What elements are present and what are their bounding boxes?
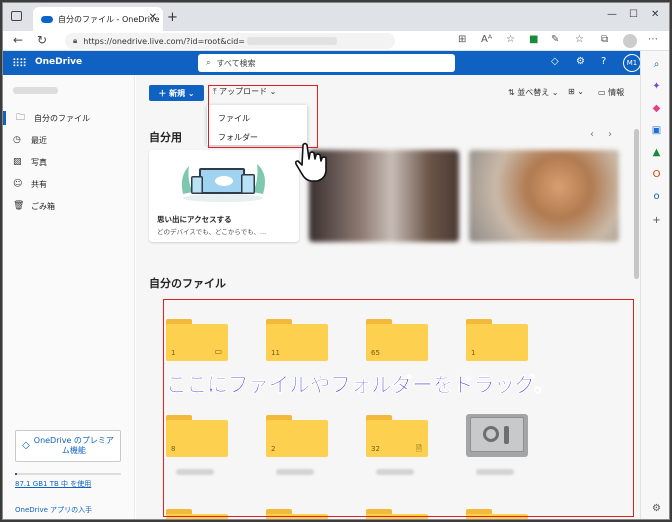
- for-you-heading: 自分用: [149, 131, 182, 144]
- sort-label: 並べ替え: [517, 88, 550, 97]
- url-text: https://onedrive.live.com/?id=root&cid=: [83, 36, 245, 46]
- profile-avatar[interactable]: [623, 34, 637, 48]
- nav-item-label: 自分のファイル: [34, 113, 90, 123]
- office-icon[interactable]: O: [651, 169, 662, 180]
- read-aloud-icon[interactable]: Aᴬ: [481, 34, 492, 45]
- address-bar-row: ← ↻ 🔒︎ https://onedrive.live.com/?id=roo…: [3, 31, 669, 51]
- shopping-tag-icon[interactable]: ◆: [651, 103, 662, 114]
- folder-icon: 🗀︎: [16, 113, 26, 123]
- nav-item-recycle-bin[interactable]: 🗑︎ ごみ箱: [13, 199, 55, 213]
- new-tab-button[interactable]: +: [167, 10, 178, 25]
- clock-icon: ◷: [13, 135, 21, 145]
- view-toggle-icon[interactable]: ⊞ ⌄: [568, 87, 584, 96]
- apps-icon[interactable]: ⊞: [458, 34, 466, 45]
- favorites-icon[interactable]: ☆: [575, 34, 584, 45]
- image-icon: ▨: [13, 157, 22, 167]
- people-icon: ☺: [13, 179, 23, 189]
- my-files-heading: 自分のファイル: [149, 277, 226, 290]
- info-button[interactable]: ▭ 情報: [598, 87, 624, 98]
- photo-thumbnail[interactable]: [469, 150, 619, 242]
- edge-sidebar: ⌕ ✦ ◆ ▣ ▲ O o + ⚙: [640, 51, 669, 519]
- search-box[interactable]: ⌕ すべて検索: [198, 54, 455, 72]
- tab-bar: 自分のファイル - OneDrive ✕ + — ☐ ✕: [3, 3, 669, 31]
- trash-icon: 🗑︎: [13, 201, 25, 211]
- help-icon[interactable]: ?: [601, 56, 606, 67]
- storage-bar: [15, 473, 121, 475]
- browser-window: 自分のファイル - OneDrive ✕ + — ☐ ✕ ← ↻ 🔒︎ http…: [2, 2, 670, 520]
- window-menu-icon[interactable]: [11, 11, 22, 21]
- get-app-link[interactable]: OneDrive アプリの入手: [15, 505, 92, 515]
- nav-item-label: 写真: [31, 157, 47, 167]
- onedrive-cloud-icon: [41, 15, 53, 23]
- collections-icon[interactable]: ⧉: [601, 34, 608, 45]
- url-field[interactable]: 🔒︎ https://onedrive.live.com/?id=root&ci…: [65, 33, 395, 49]
- carousel-next-icon[interactable]: ›: [608, 129, 612, 140]
- tab-close-icon[interactable]: ✕: [149, 12, 157, 23]
- nav-item-label: 最近: [31, 135, 47, 145]
- info-label: 情報: [608, 88, 625, 97]
- nav-item-recent[interactable]: ◷ 最近: [13, 133, 47, 147]
- nav-item-label: 共有: [31, 179, 47, 189]
- add-sidebar-app-icon[interactable]: +: [651, 215, 662, 226]
- games-icon[interactable]: ▲: [651, 147, 662, 158]
- left-navigation: 🗀︎ 自分のファイル ◷ 最近 ▨ 写真 ☺ 共有 🗑︎ ごみ箱 ◇ OneDr…: [3, 75, 135, 519]
- storage-usage-link[interactable]: 87.1 GB1 TB 中 を使用: [15, 479, 91, 489]
- copilot-icon[interactable]: ✦: [651, 81, 662, 92]
- app-title[interactable]: OneDrive: [35, 57, 82, 67]
- upload-menu-highlight: [208, 85, 318, 148]
- lock-icon: 🔒︎: [73, 36, 78, 45]
- premium-diamond-icon[interactable]: ◇: [551, 56, 559, 67]
- browser-tab[interactable]: 自分のファイル - OneDrive ✕: [33, 7, 163, 31]
- pointer-hand-icon: [294, 142, 327, 182]
- memories-title: 思い出にアクセスする: [157, 215, 232, 224]
- nav-item-label: ごみ箱: [31, 201, 55, 211]
- nav-item-photos[interactable]: ▨ 写真: [13, 155, 47, 169]
- premium-label-line1: OneDrive のプレミア: [33, 436, 114, 445]
- settings-gear-icon[interactable]: ⚙: [576, 56, 585, 67]
- app-launcher-icon[interactable]: ⠿⠿: [12, 57, 27, 70]
- maximize-icon[interactable]: ☐: [629, 9, 638, 20]
- nav-item-shared[interactable]: ☺ 共有: [13, 177, 47, 191]
- refresh-icon[interactable]: ↻: [37, 33, 47, 47]
- premium-label-line2: ム機能: [61, 446, 86, 455]
- pen-icon[interactable]: ✎: [551, 34, 559, 45]
- outlook-icon[interactable]: o: [651, 191, 662, 202]
- carousel-prev-icon[interactable]: ‹: [590, 129, 594, 140]
- extension-icon[interactable]: ■: [529, 34, 538, 45]
- drag-instruction-text: ここにファイルやフォルダーをドラッグ。: [166, 373, 555, 398]
- content-scrollbar[interactable]: [634, 129, 639, 279]
- tools-icon[interactable]: ▣: [651, 125, 662, 136]
- back-arrow-icon[interactable]: ←: [13, 33, 23, 47]
- premium-button[interactable]: ◇ OneDrive のプレミア ム機能: [15, 430, 121, 462]
- devices-cloud-illustration: [181, 164, 265, 202]
- memories-subtitle: どのデバイスでも、どこからでも、...: [157, 228, 267, 236]
- new-button[interactable]: ＋ 新規 ⌄: [149, 85, 204, 101]
- nav-item-my-files[interactable]: 🗀︎ 自分のファイル: [3, 111, 135, 125]
- favorite-star-icon[interactable]: ☆: [506, 34, 515, 45]
- sort-button[interactable]: ⇅ 並べ替え ⌄: [508, 87, 559, 98]
- url-redacted: [246, 37, 337, 45]
- diamond-icon: ◇: [22, 440, 30, 451]
- minimize-icon[interactable]: —: [607, 9, 617, 20]
- photo-thumbnail[interactable]: [309, 150, 459, 242]
- window-close-icon[interactable]: ✕: [651, 9, 659, 20]
- account-avatar[interactable]: M1: [623, 54, 641, 72]
- onedrive-header: ⠿⠿ OneDrive ⌕ すべて検索 ◇ ⚙ ? M1: [3, 51, 641, 75]
- tab-title: 自分のファイル - OneDrive: [58, 14, 160, 24]
- sidebar-search-icon[interactable]: ⌕: [651, 59, 662, 70]
- search-placeholder: すべて検索: [216, 58, 256, 68]
- more-menu-icon[interactable]: ⋯: [648, 34, 658, 45]
- drop-zone-highlight: [163, 299, 634, 517]
- user-name-redacted: [13, 87, 58, 94]
- search-icon: ⌕: [206, 58, 211, 67]
- sidebar-settings-icon[interactable]: ⚙: [651, 503, 662, 514]
- memories-card[interactable]: 思い出にアクセスする どのデバイスでも、どこからでも、...: [149, 150, 299, 242]
